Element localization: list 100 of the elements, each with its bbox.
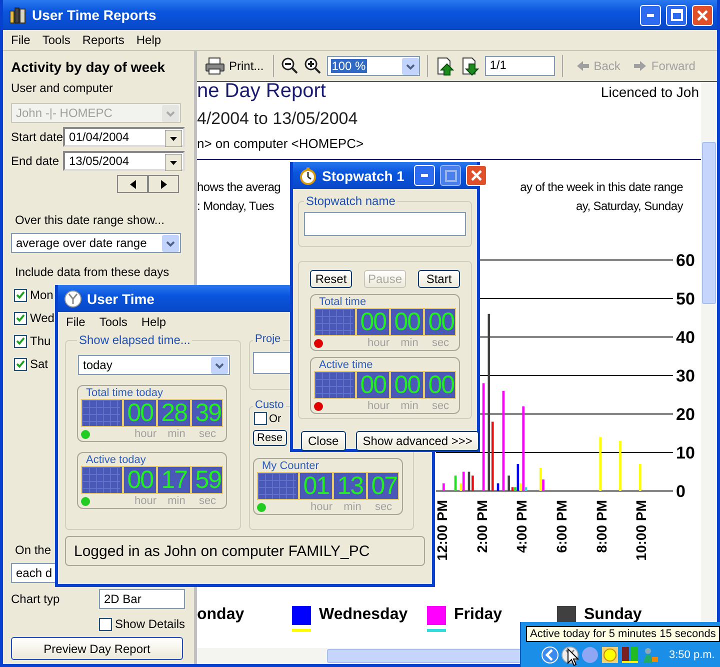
panel-heading: Activity by day of week bbox=[11, 59, 166, 75]
close-button[interactable] bbox=[692, 4, 713, 26]
axis-label: 20 bbox=[676, 405, 695, 424]
date-picker[interactable]: 01/04/2004 bbox=[63, 127, 185, 147]
action-button[interactable]: Start bbox=[418, 270, 460, 288]
user-line-text: n> on computer <HOMEPC> bbox=[197, 136, 364, 151]
action-button[interactable]: Reset bbox=[310, 270, 352, 288]
status-text: Logged in as John on computer FAMILY_PC bbox=[74, 542, 370, 560]
minimize-button[interactable] bbox=[640, 4, 661, 26]
bars-icon[interactable] bbox=[621, 646, 639, 664]
advanced-button[interactable]: Show advanced >>> bbox=[356, 431, 480, 451]
menu-item[interactable]: Help bbox=[136, 33, 162, 47]
display-grid bbox=[82, 400, 120, 426]
description-text: ay of the week in this date range bbox=[520, 180, 683, 194]
next-button[interactable] bbox=[148, 175, 179, 193]
report-title: ne Day Report bbox=[197, 82, 326, 100]
unit-label: sec bbox=[198, 428, 218, 440]
field-label: On the bbox=[15, 543, 52, 557]
page-down-icon[interactable] bbox=[460, 56, 480, 76]
digit-display: 13 bbox=[332, 473, 364, 499]
window-title: User Time bbox=[87, 290, 154, 306]
unit-label: sec bbox=[430, 337, 450, 349]
unit-label: hour bbox=[366, 400, 391, 412]
page-up-icon[interactable] bbox=[434, 56, 455, 76]
digit-display: 00 bbox=[355, 372, 387, 398]
legend-label: Friday bbox=[454, 606, 502, 624]
zoom-select[interactable]: 100 % bbox=[326, 56, 420, 76]
close-icon bbox=[697, 10, 708, 20]
legend-label: Sunday bbox=[584, 606, 642, 624]
period-select[interactable]: today bbox=[78, 355, 230, 375]
date-picker[interactable]: 13/05/2004 bbox=[63, 151, 185, 171]
books-icon bbox=[9, 6, 27, 24]
cursor-icon bbox=[567, 648, 579, 667]
axis-label: 50 bbox=[676, 290, 695, 308]
minimize-icon bbox=[647, 14, 654, 16]
display-grid bbox=[258, 473, 296, 499]
print-button[interactable]: Print... bbox=[203, 57, 266, 75]
menu-item[interactable]: File bbox=[66, 315, 86, 329]
unit-label: sec bbox=[430, 400, 450, 412]
unit-label: sec bbox=[198, 495, 218, 507]
menu-item[interactable]: File bbox=[11, 33, 30, 47]
unit-label: min bbox=[166, 495, 186, 507]
checkbox[interactable] bbox=[14, 334, 27, 348]
description-text: : Monday, Tues bbox=[197, 199, 274, 213]
caret-icon bbox=[162, 105, 179, 122]
checkbox-label: Thu bbox=[30, 334, 51, 348]
checkmark-icon bbox=[16, 314, 25, 322]
display-grid bbox=[82, 467, 120, 493]
maximize-button[interactable] bbox=[440, 165, 462, 186]
axis-label: 6:00 PM bbox=[553, 500, 570, 553]
caret-icon bbox=[162, 235, 179, 252]
checkbox[interactable] bbox=[14, 312, 27, 324]
checkbox[interactable] bbox=[254, 412, 267, 425]
digit-display: 17 bbox=[156, 467, 188, 493]
right-arrow-icon bbox=[160, 180, 166, 188]
chart-type-select[interactable]: 2D Bar bbox=[99, 589, 185, 609]
checkbox[interactable] bbox=[14, 358, 27, 370]
page-field[interactable]: 1/1 bbox=[484, 56, 555, 76]
group-label: Proje bbox=[253, 333, 283, 345]
digit-display: 28 bbox=[156, 400, 188, 426]
close-button[interactable] bbox=[466, 165, 488, 186]
checkbox-label: Sat bbox=[30, 357, 48, 371]
menu-item[interactable]: Tools bbox=[42, 33, 70, 47]
range-select[interactable]: average over date range bbox=[11, 233, 181, 253]
digit-display: 00 bbox=[423, 372, 455, 398]
display-grid bbox=[315, 372, 353, 398]
zoom-out-icon[interactable] bbox=[280, 57, 299, 75]
axis-label: 30 bbox=[676, 366, 695, 386]
checkbox[interactable] bbox=[14, 288, 27, 302]
checkbox[interactable] bbox=[99, 618, 112, 630]
axis-label: 12:00 PM bbox=[436, 500, 450, 561]
digit-display: 00 bbox=[423, 309, 455, 335]
minimize-button[interactable] bbox=[414, 165, 436, 186]
digit-display: 00 bbox=[355, 309, 387, 335]
stopwatch-icon bbox=[299, 166, 317, 184]
left-arrow-icon bbox=[576, 60, 590, 72]
axis-label: 40 bbox=[676, 328, 695, 347]
field-label: Over this date range show... bbox=[15, 213, 164, 227]
field-label: Start date bbox=[11, 130, 64, 144]
checkmark-icon bbox=[16, 360, 25, 368]
unit-label: min bbox=[342, 501, 362, 513]
digit-display: 59 bbox=[190, 467, 222, 493]
name-field[interactable] bbox=[304, 212, 466, 236]
group-select[interactable]: each d bbox=[11, 563, 55, 583]
digit-display: 07 bbox=[366, 473, 398, 499]
axis-label: 10 bbox=[676, 444, 695, 462]
menu-item[interactable]: Reports bbox=[82, 33, 124, 47]
menu-item[interactable]: Tools bbox=[99, 315, 128, 329]
checkmark-icon bbox=[16, 291, 25, 299]
close-icon bbox=[471, 170, 482, 181]
tray-tooltip: Active today for 5 minutes 15 seconds bbox=[526, 626, 720, 642]
timer-label: Total time bbox=[319, 296, 366, 308]
preview-button[interactable]: Preview Day Report bbox=[11, 637, 183, 660]
menu-item[interactable]: Help bbox=[141, 315, 166, 329]
close-button[interactable]: Close bbox=[301, 431, 346, 451]
legend-label: onday bbox=[197, 606, 244, 624]
previous-button[interactable] bbox=[117, 175, 148, 193]
truncated-button[interactable]: Rese bbox=[253, 430, 287, 446]
checkbox-label: Mon bbox=[30, 288, 54, 302]
zoom-in-icon[interactable] bbox=[304, 57, 322, 75]
